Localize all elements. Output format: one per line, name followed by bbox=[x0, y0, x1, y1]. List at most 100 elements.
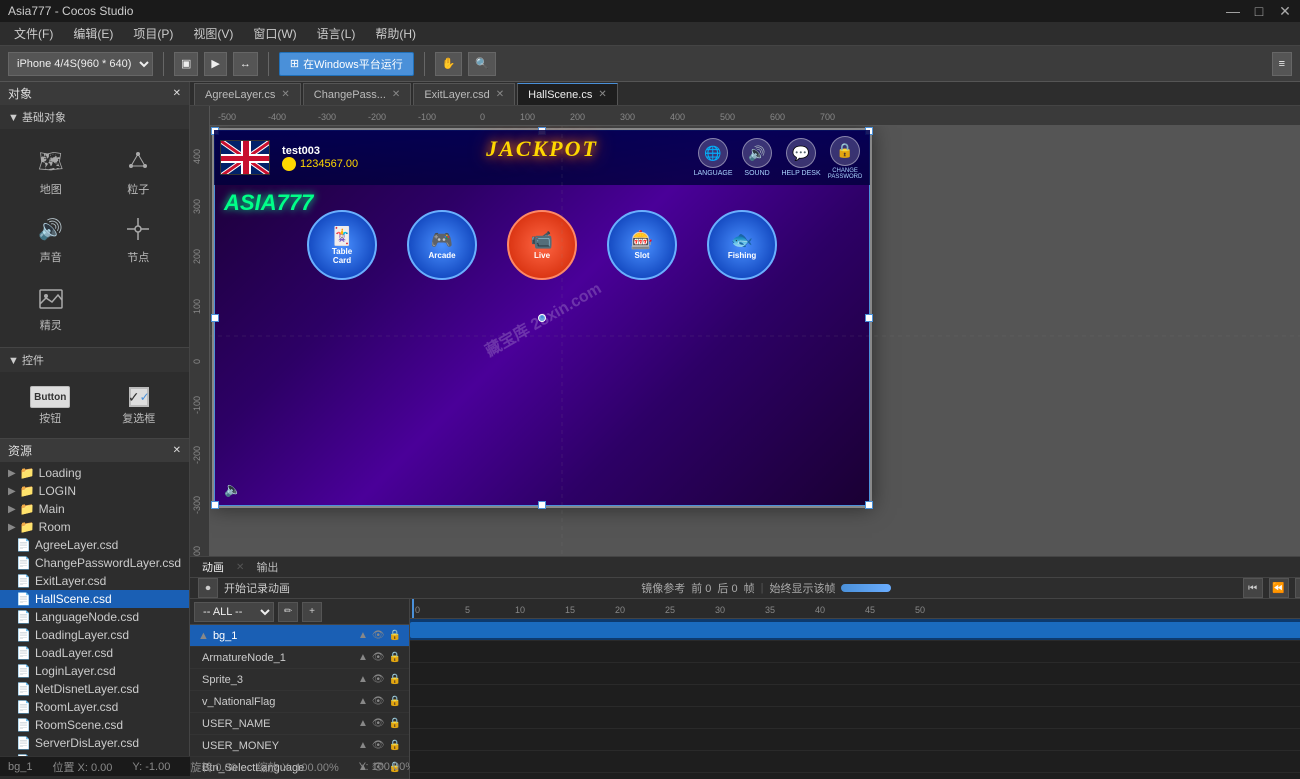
row-btn-eye[interactable]: 👁 bbox=[372, 652, 385, 663]
row-btn-eye[interactable]: 👁 bbox=[372, 630, 385, 641]
toolbar-zoom-btn[interactable]: 🔍 bbox=[468, 52, 496, 76]
resource-clatouchlayer[interactable]: 📄 Cla...TouchLayer.csd bbox=[0, 752, 189, 756]
change-password-btn[interactable]: 🔒 CHANGEPASSWORD bbox=[824, 133, 866, 183]
language-btn[interactable]: 🌐 LANGUAGE bbox=[692, 133, 734, 183]
row-btn-up[interactable]: ▲ bbox=[358, 674, 368, 685]
resource-exitlayer[interactable]: 📄 ExitLayer.csd bbox=[0, 572, 189, 590]
resource-loadlayer[interactable]: 📄 LoadLayer.csd bbox=[0, 644, 189, 662]
tab-close-icon[interactable]: ✕ bbox=[392, 89, 400, 100]
resource-netdisnetlayer[interactable]: 📄 NetDisnetLayer.csd bbox=[0, 680, 189, 698]
object-sprite[interactable]: 精灵 bbox=[8, 273, 94, 339]
resources-list[interactable]: ▶ 📁 Loading ▶ 📁 LOGIN ▶ 📁 Main ▶ 📁 bbox=[0, 462, 189, 756]
row-btn-lock[interactable]: 🔒 bbox=[389, 674, 401, 685]
resource-serverdislayer[interactable]: 📄 ServerDisLayer.csd bbox=[0, 734, 189, 752]
handle-br[interactable] bbox=[865, 501, 873, 509]
toolbar-move-btn[interactable]: ↔ bbox=[233, 52, 258, 76]
handle-bl[interactable] bbox=[211, 501, 219, 509]
row-btn-lock[interactable]: 🔒 bbox=[389, 740, 401, 751]
tab-agreelayer[interactable]: AgreeLayer.cs ✕ bbox=[194, 83, 301, 105]
handle-bm[interactable] bbox=[538, 501, 546, 509]
anim-row-bg1[interactable]: ▲ bg_1 ▲ 👁 🔒 bbox=[190, 625, 409, 647]
goto-start-btn[interactable]: ⏮ bbox=[1243, 578, 1263, 598]
resource-room[interactable]: ▶ 📁 Room bbox=[0, 518, 189, 536]
anim-row-usermoney[interactable]: USER_MONEY ▲ 👁 🔒 bbox=[190, 735, 409, 757]
row-btn-lock[interactable]: 🔒 bbox=[389, 718, 401, 729]
tab-close-icon[interactable]: ✕ bbox=[496, 89, 504, 100]
object-node[interactable]: 节点 bbox=[96, 205, 182, 271]
handle-mr[interactable] bbox=[865, 314, 873, 322]
row-btn-lock[interactable]: 🔒 bbox=[389, 652, 401, 663]
row-btn-eye[interactable]: 👁 bbox=[372, 674, 385, 685]
row-btn-up[interactable]: ▲ bbox=[358, 696, 368, 707]
tab-changepass[interactable]: ChangePass... ✕ bbox=[303, 83, 412, 105]
resource-agreelayer[interactable]: 📄 AgreeLayer.csd bbox=[0, 536, 189, 554]
record-button[interactable]: ⏺ bbox=[198, 578, 218, 598]
control-button[interactable]: Button 按钮 bbox=[8, 380, 93, 430]
resource-loading[interactable]: ▶ 📁 Loading bbox=[0, 464, 189, 482]
menu-help[interactable]: 帮助(H) bbox=[365, 23, 426, 44]
anim-row-sprite3[interactable]: Sprite_3 ▲ 👁 🔒 bbox=[190, 669, 409, 691]
prev-btn[interactable]: ◀ bbox=[1295, 578, 1300, 598]
menu-table-card[interactable]: 🃏 TableCard bbox=[307, 210, 377, 280]
tab-close-icon[interactable]: ✕ bbox=[598, 89, 606, 100]
menu-fishing[interactable]: 🐟 Fishing bbox=[707, 210, 777, 280]
sound-btn[interactable]: 🔊 SOUND bbox=[736, 133, 778, 183]
toolbar-hand-btn[interactable]: ✋ bbox=[435, 52, 463, 76]
row-btn-lock[interactable]: 🔒 bbox=[389, 630, 401, 641]
prev-frame-btn[interactable]: ⏪ bbox=[1269, 578, 1289, 598]
anim-tab-output[interactable]: 输出 bbox=[252, 557, 282, 577]
helpdesk-btn[interactable]: 💬 HELP DESK bbox=[780, 133, 822, 183]
device-select[interactable]: iPhone 4/4S(960 * 640) bbox=[8, 52, 153, 76]
tab-exitlayer[interactable]: ExitLayer.csd ✕ bbox=[413, 83, 515, 105]
menu-file[interactable]: 文件(F) bbox=[4, 23, 63, 44]
resource-login[interactable]: ▶ 📁 LOGIN bbox=[0, 482, 189, 500]
row-btn-up[interactable]: ▲ bbox=[358, 652, 368, 663]
row-btn-up[interactable]: ▲ bbox=[358, 740, 368, 751]
tab-close-icon[interactable]: ✕ bbox=[281, 89, 289, 100]
resource-languagenode[interactable]: 📄 LanguageNode.csd bbox=[0, 608, 189, 626]
anim-row-username[interactable]: USER_NAME ▲ 👁 🔒 bbox=[190, 713, 409, 735]
toolbar-layout-btn[interactable]: ▣ bbox=[174, 52, 198, 76]
menu-slot[interactable]: 🎰 Slot bbox=[607, 210, 677, 280]
resource-loadinglayer[interactable]: 📄 LoadingLayer.csd bbox=[0, 626, 189, 644]
menu-project[interactable]: 项目(P) bbox=[123, 23, 183, 44]
basic-objects-header[interactable]: ▼ 基础对象 bbox=[0, 105, 189, 129]
playhead[interactable] bbox=[412, 599, 414, 618]
row-btn-eye[interactable]: 👁 bbox=[372, 696, 385, 707]
toolbar-play-btn[interactable]: ▶ bbox=[204, 52, 226, 76]
resource-roomscene[interactable]: 📄 RoomScene.csd bbox=[0, 716, 189, 734]
row-btn-up[interactable]: ▲ bbox=[358, 630, 368, 641]
anim-pencil-btn[interactable]: ✏ bbox=[278, 602, 298, 622]
object-sound[interactable]: 🔊 声音 bbox=[8, 205, 94, 271]
playhead-bar[interactable] bbox=[841, 584, 891, 592]
minimize-button[interactable]: — bbox=[1226, 4, 1240, 18]
resource-loginlayer[interactable]: 📄 LoginLayer.csd bbox=[0, 662, 189, 680]
menu-arcade[interactable]: 🎮 Arcade bbox=[407, 210, 477, 280]
anim-row-nationalflag[interactable]: v_NationalFlag ▲ 👁 🔒 bbox=[190, 691, 409, 713]
row-btn-eye[interactable]: 👁 bbox=[372, 718, 385, 729]
controls-header[interactable]: ▼ 控件 bbox=[0, 347, 189, 372]
object-particle[interactable]: 粒子 bbox=[96, 137, 182, 203]
close-button[interactable]: ✕ bbox=[1278, 4, 1292, 18]
handle-ml[interactable] bbox=[211, 314, 219, 322]
run-on-windows-button[interactable]: ⊞ 在Windows平台运行 bbox=[279, 52, 414, 76]
resource-main[interactable]: ▶ 📁 Main bbox=[0, 500, 189, 518]
menu-view[interactable]: 视图(V) bbox=[183, 23, 243, 44]
resource-changepassword[interactable]: 📄 ChangePasswordLayer.csd bbox=[0, 554, 189, 572]
canvas-area[interactable]: -500 -400 -300 -200 -100 0 100 200 300 4… bbox=[190, 106, 1300, 556]
anim-filter-dropdown[interactable]: -- ALL -- bbox=[194, 602, 274, 622]
toolbar-extra-btn[interactable]: ≡ bbox=[1272, 52, 1292, 76]
tab-hallscene[interactable]: HallScene.cs ✕ bbox=[517, 83, 618, 105]
anim-tab-animation[interactable]: 动画 bbox=[198, 557, 228, 577]
maximize-button[interactable]: □ bbox=[1252, 4, 1266, 18]
object-map[interactable]: 🗺 地图 bbox=[8, 137, 94, 203]
row-btn-eye[interactable]: 👁 bbox=[372, 740, 385, 751]
resource-roomlayer[interactable]: 📄 RoomLayer.csd bbox=[0, 698, 189, 716]
row-btn-up[interactable]: ▲ bbox=[358, 718, 368, 729]
menu-language[interactable]: 语言(L) bbox=[307, 23, 366, 44]
volume-control[interactable]: 🔈 bbox=[224, 481, 241, 498]
resource-hallscene[interactable]: 📄 HallScene.csd bbox=[0, 590, 189, 608]
row-btn-lock[interactable]: 🔒 bbox=[389, 696, 401, 707]
control-checkbox[interactable]: ✓ 复选框 bbox=[97, 380, 182, 430]
anim-timeline[interactable]: 0 5 10 15 20 25 30 35 40 45 50 bbox=[410, 599, 1300, 779]
